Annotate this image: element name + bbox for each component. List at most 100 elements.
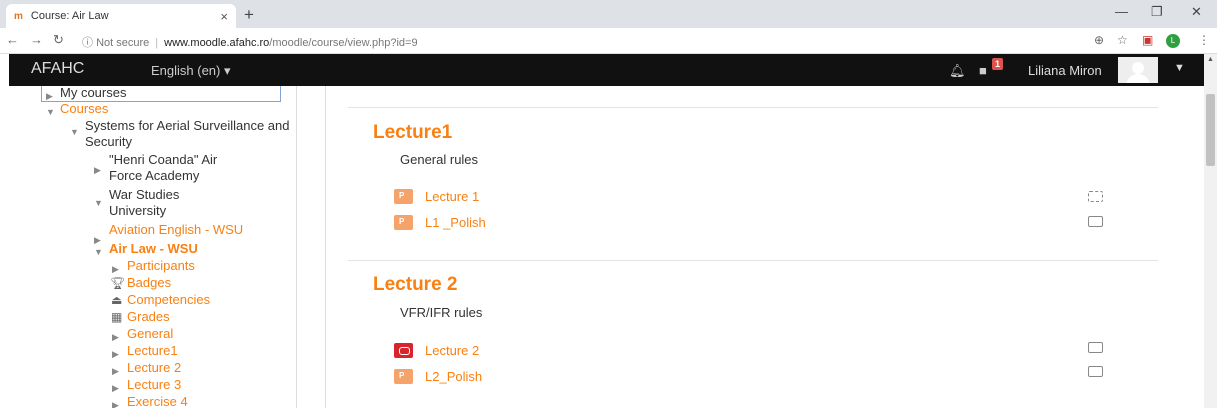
completion-checkbox[interactable]	[1088, 191, 1103, 202]
reload-icon[interactable]: ↻	[53, 32, 64, 48]
navigation-block: ▶ My courses ▼ Courses ▼ Systems for Aer…	[32, 86, 297, 408]
nav-course-air-law[interactable]: ▼ Air Law - WSU	[94, 241, 198, 257]
nav-category-systems-label: Systems for Aerial Surveillance and Secu…	[85, 118, 290, 149]
course-content: Lecture1 General rules Lecture 1 L1 _Pol…	[325, 86, 1204, 408]
activity-link[interactable]: Lecture 1	[425, 189, 479, 204]
site-navbar: AFAHC English (en) ▾ 🔔︎ ■ 1 Liliana Miro…	[9, 54, 1204, 86]
activity-l2-polish[interactable]: L2_Polish	[394, 367, 482, 385]
scroll-up-icon[interactable]: ▲	[1207, 56, 1214, 63]
url-host: www.moodle.afahc.ro	[164, 37, 270, 49]
collapsed-arrow-icon: ▶	[112, 400, 119, 408]
restore-icon[interactable]: ❐	[1151, 4, 1163, 20]
eject-triangle-icon: ⏏︎	[111, 293, 123, 307]
completion-checkbox[interactable]	[1088, 216, 1103, 227]
nav-item-label: Exercise 4	[127, 394, 188, 408]
section-divider	[348, 107, 1158, 108]
nav-item-competencies[interactable]: ⏏︎ Competencies	[111, 292, 211, 308]
nav-course-aviation-english[interactable]: ▶ Aviation English - WSU	[94, 222, 284, 245]
nav-item-exercise4[interactable]: ▶ Exercise 4	[112, 394, 188, 408]
nav-item-lecture3[interactable]: ▶ Lecture 3	[112, 377, 181, 393]
not-secure-label: Not secure	[96, 37, 150, 49]
nav-item-label: General	[127, 326, 174, 341]
address-bar: ← → ↻ ⓘ Not secure | www.moodle.afahc.ro/m…	[0, 28, 1217, 54]
new-tab-icon[interactable]: +	[244, 5, 254, 25]
notification-count-badge: 1	[992, 58, 1004, 70]
nav-courses[interactable]: ▼ Courses	[46, 101, 108, 117]
section-title[interactable]: Lecture 2	[373, 274, 457, 296]
bookmark-star-icon[interactable]: ☆	[1117, 33, 1128, 47]
expanded-arrow-icon: ▼	[94, 198, 103, 208]
tab-title: Course: Air Law	[30, 10, 109, 22]
url-field[interactable]: ⓘ Not secure | www.moodle.afahc.ro/moodle/…	[82, 34, 418, 50]
info-icon: ⓘ	[82, 37, 93, 49]
nav-category-henri-coanda[interactable]: ▶ "Henri Coanda" Air Force Academy	[94, 152, 284, 184]
powerpoint-file-icon	[394, 214, 413, 230]
expanded-arrow-icon: ▼	[46, 107, 55, 117]
expanded-arrow-icon: ▼	[94, 247, 103, 257]
nav-category-war-studies[interactable]: ▼ War Studies University	[94, 187, 284, 219]
notifications-bell-icon[interactable]: 🔔︎	[949, 63, 966, 79]
activity-l1-polish[interactable]: L1 _Polish	[394, 213, 486, 231]
nav-my-courses[interactable]: ▶ My courses	[46, 86, 126, 101]
nav-category-systems[interactable]: ▼ Systems for Aerial Surveillance and Se…	[70, 118, 290, 150]
table-icon: ▦	[111, 310, 123, 324]
powerpoint-file-icon	[394, 188, 413, 204]
expanded-arrow-icon: ▼	[70, 127, 79, 137]
user-name[interactable]: Liliana Miron	[1028, 63, 1102, 78]
section-summary: General rules	[400, 152, 479, 167]
page-scrollbar[interactable]: ▲	[1204, 54, 1217, 408]
trophy-icon: 🏆︎	[110, 276, 126, 290]
nav-item-badges[interactable]: 🏆︎ Badges	[110, 275, 172, 291]
nav-item-label: Lecture 2	[127, 360, 182, 375]
nav-category-henri-coanda-label: "Henri Coanda" Air Force Academy	[109, 152, 218, 183]
activity-lecture-2[interactable]: Lecture 2	[394, 341, 479, 359]
moodle-logo-icon: m	[14, 10, 23, 22]
activity-link[interactable]: L2_Polish	[425, 369, 482, 384]
nav-item-grades[interactable]: ▦ Grades	[111, 309, 170, 325]
nav-item-lecture2[interactable]: ▶ Lecture 2	[112, 360, 181, 376]
scrollbar-thumb[interactable]	[1206, 94, 1215, 166]
tab-close-icon[interactable]: ×	[220, 9, 228, 24]
nav-item-general[interactable]: ▶ General	[112, 326, 173, 342]
activity-link[interactable]: L1 _Polish	[425, 215, 486, 230]
completion-checkbox[interactable]	[1088, 342, 1103, 353]
section-title[interactable]: Lecture1	[373, 122, 452, 144]
section-summary: VFR/IFR rules	[400, 305, 483, 320]
activity-link[interactable]: Lecture 2	[425, 343, 479, 358]
activity-lecture-1[interactable]: Lecture 1	[394, 187, 479, 205]
nav-courses-label: Courses	[60, 101, 109, 116]
nav-category-war-studies-label: War Studies University	[109, 187, 180, 218]
nav-item-participants[interactable]: ▶ Participants	[112, 258, 195, 274]
minimize-icon[interactable]: —	[1115, 4, 1128, 19]
collapsed-arrow-icon: ▶	[94, 165, 101, 175]
nav-item-label: Lecture1	[127, 343, 178, 358]
nav-item-label: Lecture 3	[127, 377, 182, 392]
nav-item-label: Competencies	[127, 292, 211, 307]
browser-tab[interactable]: m Course: Air Law ×	[6, 4, 236, 28]
url-path: /moodle/course/view.php?id=9	[269, 37, 418, 49]
pdf-file-icon	[394, 342, 413, 358]
nav-course-aviation-english-label: Aviation English - WSU	[109, 222, 244, 237]
completion-checkbox[interactable]	[1088, 366, 1103, 377]
nav-item-label: Participants	[127, 258, 195, 273]
browser-tab-bar: m Course: Air Law × + — ❐ ✕	[0, 0, 1217, 28]
powerpoint-file-icon	[394, 368, 413, 384]
user-avatar[interactable]	[1118, 57, 1158, 83]
nav-item-lecture1[interactable]: ▶ Lecture1	[112, 343, 178, 359]
nav-item-label: Grades	[127, 309, 170, 324]
zoom-icon[interactable]: ⊕	[1094, 33, 1104, 47]
back-icon[interactable]: ←	[6, 32, 19, 47]
forward-icon[interactable]: →	[30, 32, 43, 47]
pocket-icon[interactable]: ▣	[1142, 33, 1153, 47]
window-close-icon[interactable]: ✕	[1191, 4, 1202, 20]
user-menu-caret-icon[interactable]: ▼	[1174, 62, 1185, 74]
browser-menu-icon[interactable]: ⋮	[1198, 33, 1210, 47]
messages-icon[interactable]: ■	[979, 63, 987, 78]
nav-my-courses-label: My courses	[60, 86, 127, 100]
extension-avatar-icon[interactable]: L	[1166, 34, 1180, 48]
section-divider	[348, 260, 1158, 261]
site-brand[interactable]: AFAHC	[31, 60, 84, 78]
nav-item-label: Badges	[127, 275, 172, 290]
nav-course-air-law-label: Air Law - WSU	[109, 241, 198, 256]
language-menu[interactable]: English (en) ▾	[151, 63, 231, 79]
